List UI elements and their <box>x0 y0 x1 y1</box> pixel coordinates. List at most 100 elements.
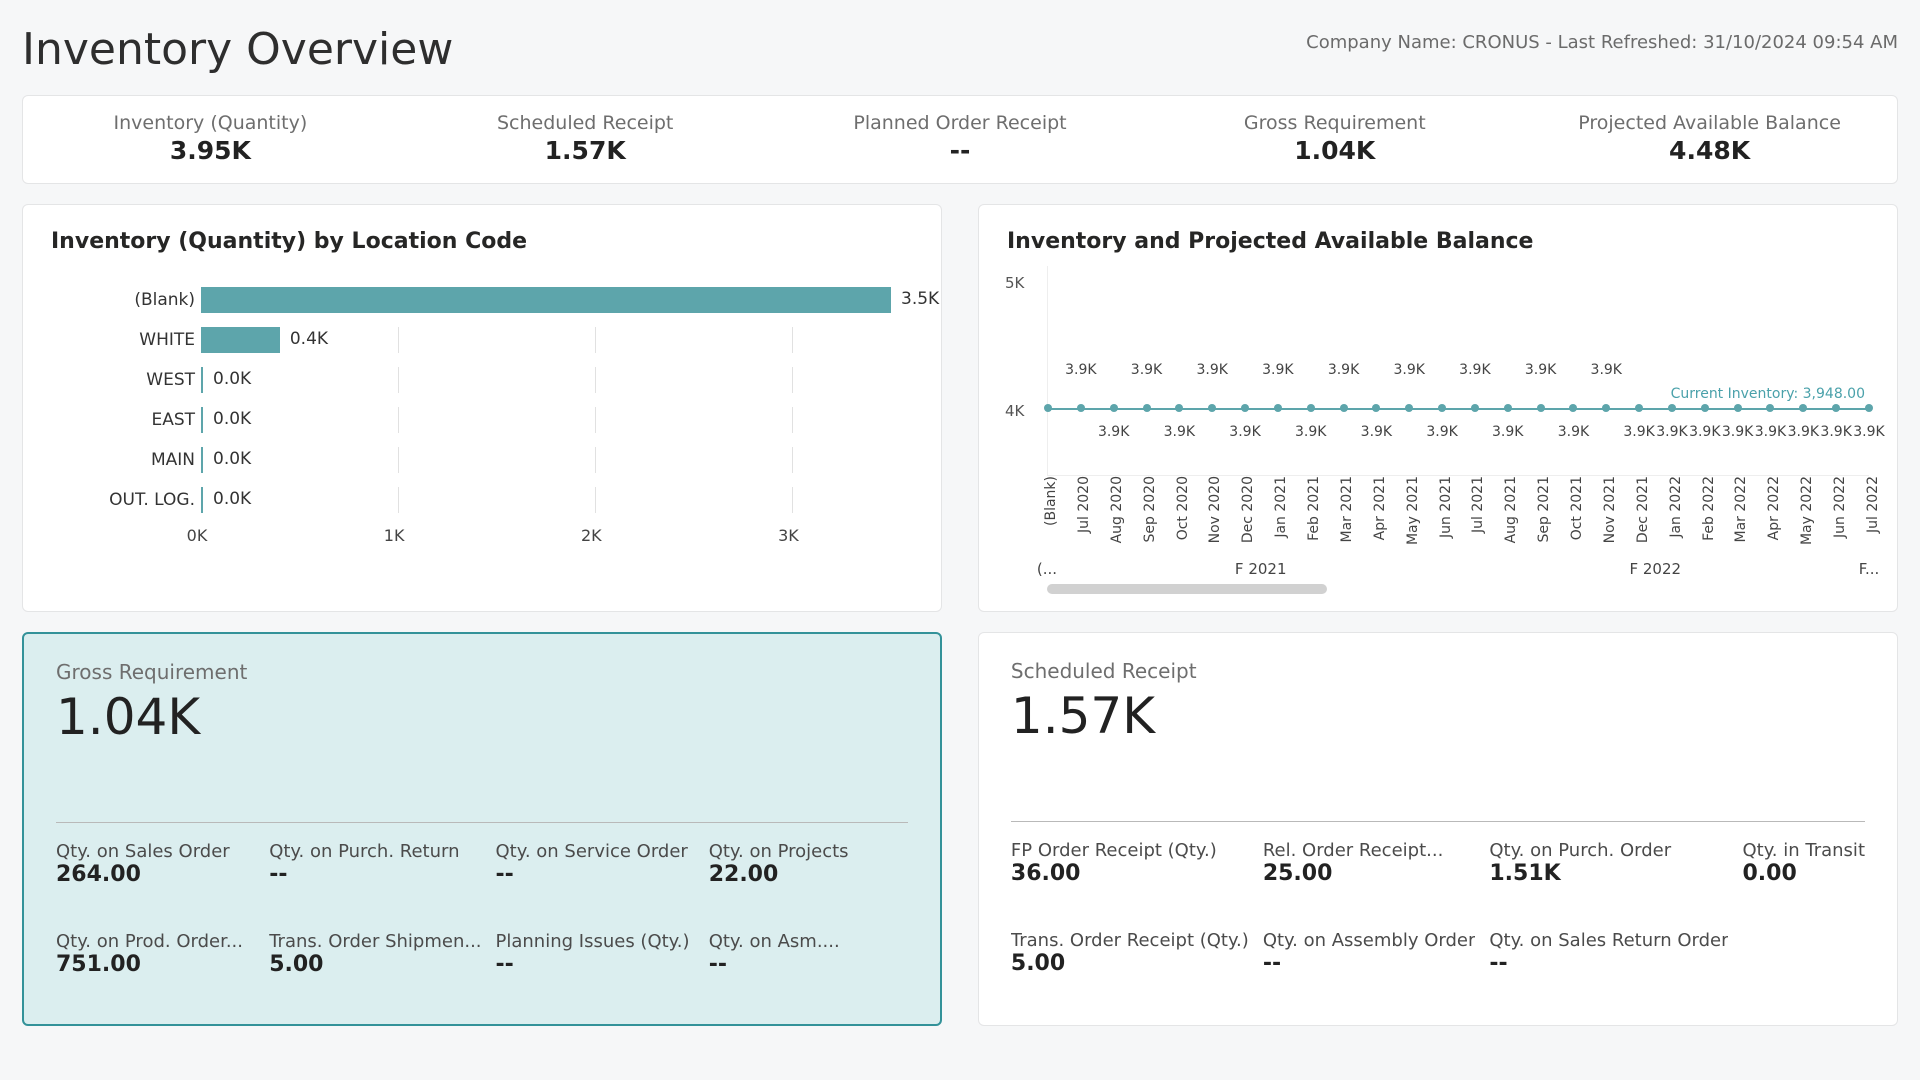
bar-category-label: WHITE <box>55 330 201 350</box>
kpi-gross-requirement[interactable]: Gross Requirement 1.04K <box>1147 96 1522 183</box>
line-point-label: 3.9K <box>1558 424 1589 440</box>
metric[interactable]: Trans. Order Shipmen...5.00 <box>269 931 481 977</box>
metric[interactable]: Rel. Order Receipt...25.00 <box>1263 840 1476 886</box>
metric[interactable]: Qty. in Transit0.00 <box>1742 840 1865 886</box>
line-point[interactable] <box>1471 404 1479 412</box>
metric[interactable]: Qty. on Service Order-- <box>496 841 695 887</box>
line-point[interactable] <box>1241 404 1249 412</box>
line-point[interactable] <box>1077 404 1085 412</box>
line-point[interactable] <box>1372 404 1380 412</box>
chart-inventory-and-pab[interactable]: Inventory and Projected Available Balanc… <box>978 204 1898 612</box>
metric[interactable]: Planning Issues (Qty.)-- <box>496 931 695 977</box>
metric-value: 751.00 <box>56 952 255 977</box>
line-point[interactable] <box>1175 404 1183 412</box>
line-point-label: 3.9K <box>1196 362 1227 378</box>
x-tick: Jun 2021 <box>1438 476 1454 538</box>
line-point[interactable] <box>1799 404 1807 412</box>
line-point-label: 3.9K <box>1131 362 1162 378</box>
divider <box>56 822 908 823</box>
line-point-label: 3.9K <box>1820 424 1851 440</box>
line-point-label: 3.9K <box>1591 362 1622 378</box>
metric-value: 22.00 <box>709 862 908 887</box>
line-point[interactable] <box>1602 404 1610 412</box>
line-point[interactable] <box>1668 404 1676 412</box>
x-tick: May 2022 <box>1799 476 1815 545</box>
chart-inventory-by-location[interactable]: Inventory (Quantity) by Location Code (B… <box>22 204 942 612</box>
kpi-value: 3.95K <box>23 136 398 165</box>
metric[interactable]: Qty. on Sales Order264.00 <box>56 841 255 887</box>
line-point[interactable] <box>1143 404 1151 412</box>
bar-row[interactable]: WHITE0.4K <box>55 320 913 360</box>
x-group-label: F... <box>1859 560 1880 578</box>
metric[interactable]: Trans. Order Receipt (Qty.)5.00 <box>1011 930 1249 976</box>
line-point[interactable] <box>1635 404 1643 412</box>
metric[interactable]: Qty. on Projects22.00 <box>709 841 908 887</box>
x-tick: Nov 2021 <box>1602 476 1618 543</box>
line-point[interactable] <box>1701 404 1709 412</box>
chart-horizontal-scrollbar[interactable] <box>1047 584 1327 594</box>
line-point[interactable] <box>1537 404 1545 412</box>
x-tick: Oct 2021 <box>1569 476 1585 540</box>
metric[interactable]: Qty. on Prod. Order...751.00 <box>56 931 255 977</box>
line-point[interactable] <box>1274 404 1282 412</box>
divider <box>1011 821 1865 822</box>
bar-value-label: 0.0K <box>213 409 251 429</box>
line-point-label: 3.9K <box>1722 424 1753 440</box>
metric-label: Qty. on Assembly Order <box>1263 930 1476 951</box>
x-tick: Nov 2020 <box>1207 476 1223 543</box>
line-point[interactable] <box>1110 404 1118 412</box>
kpi-projected-available-balance[interactable]: Projected Available Balance 4.48K <box>1522 96 1897 183</box>
line-point[interactable] <box>1569 404 1577 412</box>
kpi-inventory-quantity[interactable]: Inventory (Quantity) 3.95K <box>23 96 398 183</box>
line-point[interactable] <box>1044 404 1052 412</box>
x-tick: Apr 2021 <box>1372 476 1388 540</box>
bar-row[interactable]: OUT. LOG.0.0K <box>55 480 913 520</box>
kpi-planned-order-receipt[interactable]: Planned Order Receipt -- <box>773 96 1148 183</box>
metric[interactable]: Qty. on Purch. Return-- <box>269 841 481 887</box>
current-inventory-annotation: Current Inventory: 3,948.00 <box>1671 386 1865 402</box>
line-point[interactable] <box>1504 404 1512 412</box>
bar-row[interactable]: (Blank)3.5K <box>55 280 913 320</box>
kpi-label: Planned Order Receipt <box>773 112 1148 134</box>
bar-row[interactable]: MAIN0.0K <box>55 440 913 480</box>
bar-x-tick: 1K <box>384 526 405 545</box>
bar-fill: 0.0K <box>201 367 203 393</box>
metric-value: -- <box>496 862 695 887</box>
line-point[interactable] <box>1307 404 1315 412</box>
x-tick: Mar 2021 <box>1339 476 1355 543</box>
metric[interactable]: Qty. on Sales Return Order-- <box>1489 930 1728 976</box>
metric[interactable]: FP Order Receipt (Qty.)36.00 <box>1011 840 1249 886</box>
line-point[interactable] <box>1405 404 1413 412</box>
card-gross-requirement[interactable]: Gross Requirement 1.04K Qty. on Sales Or… <box>22 632 942 1026</box>
metric-value: 25.00 <box>1263 861 1476 886</box>
metric[interactable]: Qty. on Assembly Order-- <box>1263 930 1476 976</box>
line-point-label: 3.9K <box>1295 424 1326 440</box>
metric[interactable]: Qty. on Asm....-- <box>709 931 908 977</box>
bar-category-label: EAST <box>55 410 201 430</box>
line-point-label: 3.9K <box>1788 424 1819 440</box>
line-point[interactable] <box>1832 404 1840 412</box>
line-point[interactable] <box>1865 404 1873 412</box>
line-point-label: 3.9K <box>1361 424 1392 440</box>
line-point[interactable] <box>1734 404 1742 412</box>
line-point[interactable] <box>1340 404 1348 412</box>
metric[interactable]: Qty. on Purch. Order1.51K <box>1489 840 1728 886</box>
metric-value: 264.00 <box>56 862 255 887</box>
line-point-label: 3.9K <box>1164 424 1195 440</box>
x-tick: (Blank) <box>1043 476 1059 526</box>
company-refresh-meta: Company Name: CRONUS - Last Refreshed: 3… <box>1306 32 1898 53</box>
metric-value: -- <box>709 952 908 977</box>
bar-value-label: 3.5K <box>901 289 939 309</box>
line-point[interactable] <box>1438 404 1446 412</box>
kpi-label: Scheduled Receipt <box>398 112 773 134</box>
card-scheduled-receipt[interactable]: Scheduled Receipt 1.57K FP Order Receipt… <box>978 632 1898 1026</box>
line-point[interactable] <box>1766 404 1774 412</box>
metric-label: FP Order Receipt (Qty.) <box>1011 840 1249 861</box>
metric-value: -- <box>496 952 695 977</box>
line-point[interactable] <box>1208 404 1216 412</box>
kpi-scheduled-receipt[interactable]: Scheduled Receipt 1.57K <box>398 96 773 183</box>
bar-row[interactable]: WEST0.0K <box>55 360 913 400</box>
metric-label: Qty. on Prod. Order... <box>56 931 255 952</box>
kpi-label: Gross Requirement <box>1147 112 1522 134</box>
bar-row[interactable]: EAST 0.0K <box>55 400 913 440</box>
